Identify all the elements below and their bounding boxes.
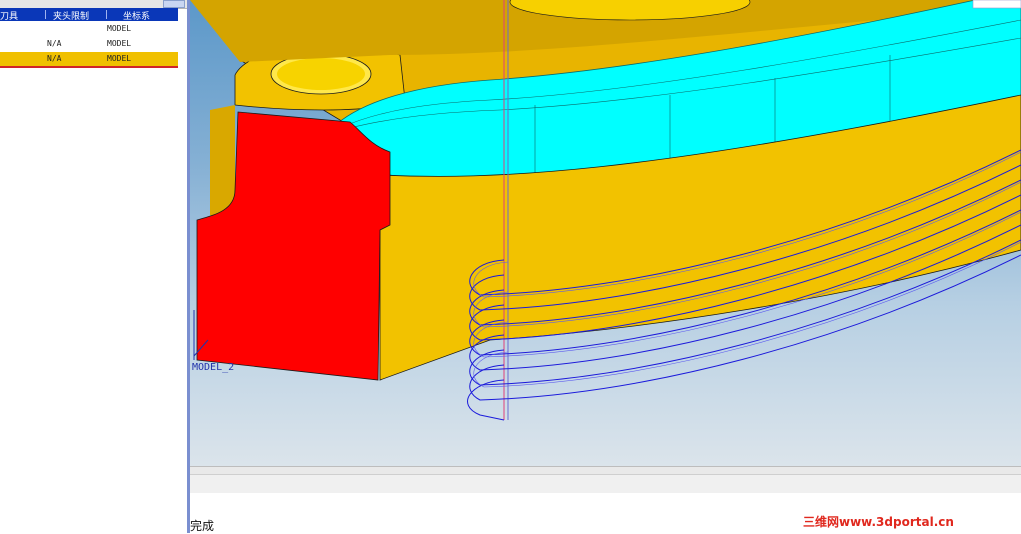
column-separator xyxy=(106,10,107,19)
column-header-clamp[interactable]: 夹头限制 xyxy=(53,9,89,22)
model-view xyxy=(190,0,1021,421)
table-row[interactable]: MODEL xyxy=(0,22,178,36)
message-text: 完成 xyxy=(190,519,215,533)
cell-clamp: N/A xyxy=(47,39,62,48)
watermark-text: 三维网www.3dportal.cn xyxy=(803,515,954,529)
cell-csys: MODEL xyxy=(107,24,132,33)
graphics-viewport[interactable]: MODEL_2 xyxy=(190,0,1021,466)
table-row[interactable]: N/A MODEL xyxy=(0,37,178,51)
cell-csys: MODEL xyxy=(107,54,132,63)
selection-underline xyxy=(0,66,178,68)
horizontal-scrollbar[interactable] xyxy=(190,474,1021,494)
panel-close-button[interactable] xyxy=(163,0,185,8)
cell-csys: MODEL xyxy=(107,39,132,48)
table-row-selected[interactable]: N/A MODEL xyxy=(0,52,178,66)
hole-inner xyxy=(277,58,365,90)
table-header: 刀具 夹头限制 坐标系 xyxy=(0,8,178,22)
view-indicator xyxy=(972,0,1021,9)
column-header-tool[interactable]: 刀具 xyxy=(0,9,18,22)
csys-label: MODEL_2 xyxy=(192,362,235,373)
column-header-csys[interactable]: 坐标系 xyxy=(123,9,150,22)
operation-table-panel: 刀具 夹头限制 坐标系 MODEL N/A MODEL N/A MODEL xyxy=(0,0,187,533)
column-separator xyxy=(45,10,46,19)
cell-clamp: N/A xyxy=(47,54,62,63)
